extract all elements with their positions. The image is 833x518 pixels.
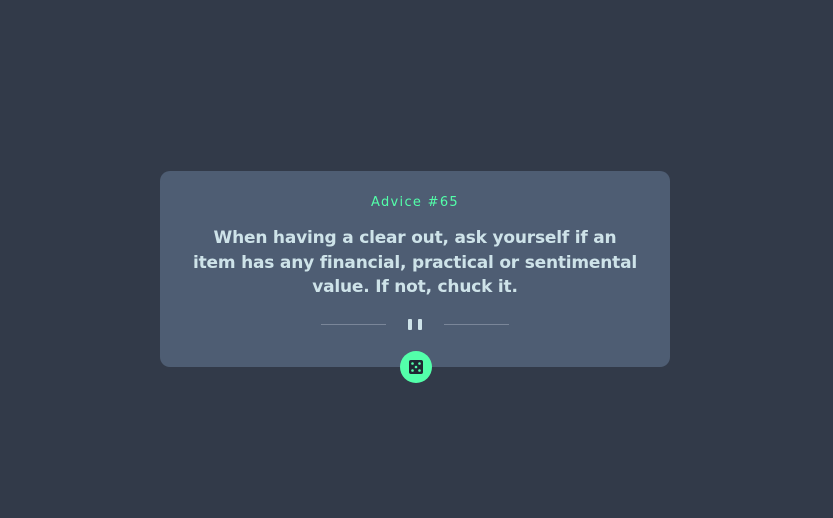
advice-quote: When having a clear out, ask yourself if…	[193, 228, 637, 297]
new-advice-button[interactable]	[400, 351, 432, 383]
pause-icon	[408, 319, 422, 330]
dice-icon	[409, 360, 423, 374]
divider-line-left	[321, 324, 386, 325]
divider-line-right	[444, 324, 509, 325]
advice-id: Advice #65	[371, 195, 459, 210]
advice-card: Advice #65 When having a clear out, ask …	[160, 171, 670, 367]
divider	[321, 319, 509, 333]
